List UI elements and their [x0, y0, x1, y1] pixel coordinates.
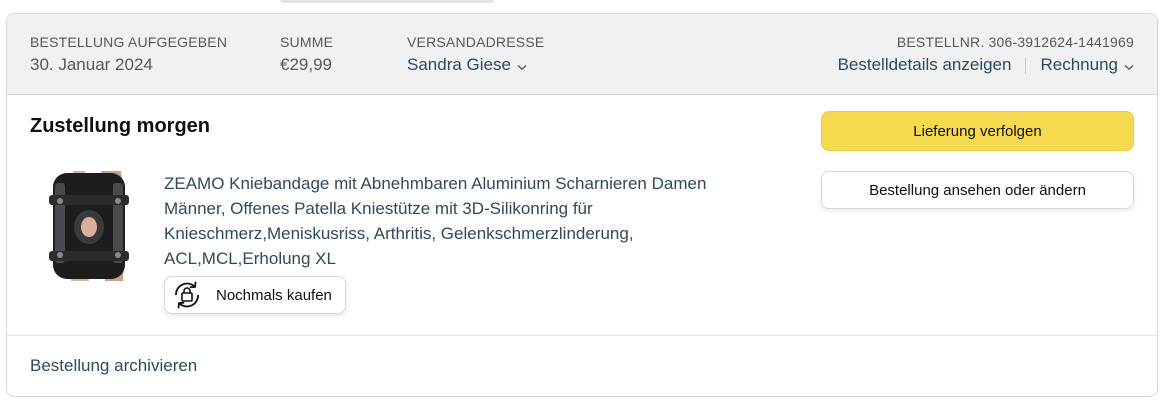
- archive-order-link[interactable]: Bestellung archivieren: [30, 356, 197, 376]
- order-placed-date: 30. Januar 2024: [30, 55, 153, 74]
- invoice-dropdown[interactable]: Rechnung: [1040, 55, 1134, 74]
- ship-to-dropdown[interactable]: Sandra Giese: [407, 54, 544, 77]
- track-package-button[interactable]: Lieferung verfolgen: [821, 111, 1134, 151]
- order-header: BESTELLUNG AUFGEGEBEN 30. Januar 2024 SU…: [7, 14, 1157, 95]
- order-placed-label: BESTELLUNG AUFGEGEBEN: [30, 34, 228, 50]
- order-card: BESTELLUNG AUFGEGEBEN 30. Januar 2024 SU…: [6, 13, 1158, 397]
- chevron-down-icon: [1124, 55, 1134, 77]
- total-value: €29,99: [280, 55, 332, 74]
- buy-again-icon: [170, 278, 204, 312]
- order-number: BESTELLNR. 306-3912624-1441969: [896, 34, 1134, 50]
- order-placed-column: BESTELLUNG AUFGEGEBEN 30. Januar 2024: [30, 34, 227, 76]
- buy-again-label: Nochmals kaufen: [216, 286, 332, 304]
- product-image[interactable]: [39, 169, 135, 283]
- invoice-label: Rechnung: [1040, 55, 1118, 74]
- chevron-down-icon: [517, 55, 527, 77]
- link-separator: [1025, 57, 1027, 74]
- order-details-link[interactable]: Bestelldetails anzeigen: [838, 55, 1012, 74]
- total-label: SUMME: [280, 34, 334, 50]
- ship-to-name: Sandra Giese: [407, 55, 511, 74]
- ship-to-label: VERSANDADRESSE: [407, 34, 545, 50]
- order-number-column: BESTELLNR. 306-3912624-1441969 Bestellde…: [838, 34, 1134, 77]
- view-edit-order-button[interactable]: Bestellung ansehen oder ändern: [821, 171, 1134, 209]
- ship-to-column: VERSANDADRESSE Sandra Giese: [407, 34, 544, 77]
- previous-card-edge: [280, 0, 494, 3]
- product-title-link[interactable]: ZEAMO Kniebandage mit Abnehmbaren Alumin…: [164, 171, 754, 271]
- delivery-status: Zustellung morgen: [30, 115, 210, 137]
- buy-again-button[interactable]: Nochmals kaufen: [164, 276, 346, 314]
- card-divider: [7, 335, 1157, 336]
- order-links: Bestelldetails anzeigen Rechnung: [838, 54, 1134, 77]
- total-column: SUMME €29,99: [280, 34, 333, 76]
